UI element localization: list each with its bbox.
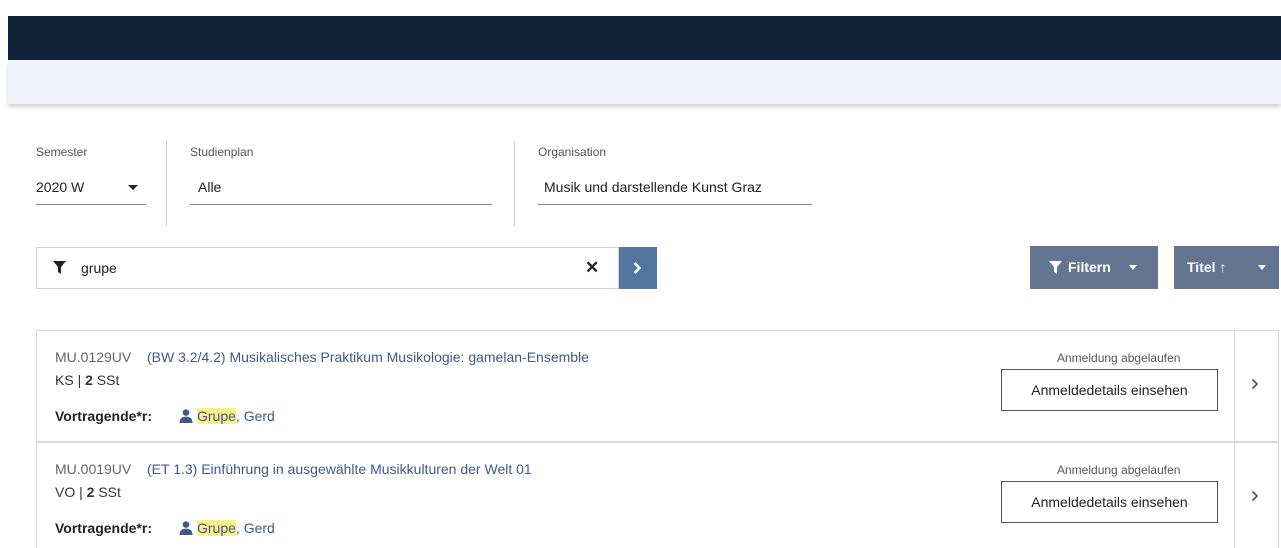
registration-details-button[interactable]: Anmeldedetails einsehen xyxy=(1001,369,1218,411)
organisation-underline xyxy=(538,204,812,205)
studienplan-label: Studienplan xyxy=(190,145,254,159)
course-meta: KS | 2 SSt xyxy=(55,372,120,388)
lecturer-link[interactable]: Grupe, Gerd xyxy=(197,408,275,424)
lecturer-name-rest: , Gerd xyxy=(235,408,275,424)
course-title-link[interactable]: (ET 1.3) Einführung in ausgewählte Musik… xyxy=(147,461,532,477)
registration-status: Anmeldung abgelaufen xyxy=(1057,463,1181,477)
registration-status: Anmeldung abgelaufen xyxy=(1057,351,1181,365)
search-query: grupe xyxy=(81,260,117,276)
lecturer-link[interactable]: Grupe, Gerd xyxy=(197,520,275,536)
semester-underline xyxy=(36,204,146,205)
course-code: MU.0129UV xyxy=(55,349,132,365)
search-input[interactable]: grupe ✕ xyxy=(36,247,619,289)
organisation-field[interactable]: Musik und darstellende Kunst Graz xyxy=(538,172,812,206)
close-icon[interactable]: ✕ xyxy=(585,258,599,278)
registration-details-button[interactable]: Anmeldedetails einsehen xyxy=(1001,481,1218,523)
filter-icon xyxy=(53,261,66,274)
caret-down-icon xyxy=(1258,265,1266,270)
course-type: KS xyxy=(55,372,74,388)
course-list-item: MU.0129UV (BW 3.2/4.2) Musikalisches Pra… xyxy=(36,330,1279,442)
lecturer-label: Vortragende*r: xyxy=(55,408,152,424)
filter-button-label: Filtern xyxy=(1068,259,1111,275)
person-icon xyxy=(179,521,193,535)
organisation-value: Musik und darstellende Kunst Graz xyxy=(544,179,762,195)
person-icon xyxy=(179,409,193,423)
studienplan-field[interactable]: Alle xyxy=(190,172,492,206)
search-submit-button[interactable] xyxy=(619,247,657,289)
chevron-right-icon xyxy=(1251,490,1259,502)
caret-down-icon xyxy=(1129,265,1137,270)
lecturer-label: Vortragende*r: xyxy=(55,520,152,536)
course-sst-value: 2 xyxy=(85,372,93,388)
lecturer-name-rest: , Gerd xyxy=(235,520,275,536)
chevron-right-icon xyxy=(633,262,642,274)
course-sst-value: 2 xyxy=(86,484,95,500)
top-navigation-bar xyxy=(8,16,1281,60)
filter-button[interactable]: Filtern xyxy=(1030,246,1158,289)
caret-down-icon xyxy=(128,185,138,190)
studienplan-value: Alle xyxy=(198,179,222,195)
course-meta: VO | 2 SSt xyxy=(55,484,121,500)
organisation-label: Organisation xyxy=(538,145,607,159)
course-list-item: MU.0019UV (ET 1.3) Einführung in ausgewä… xyxy=(36,442,1279,548)
open-course-button[interactable] xyxy=(1234,331,1279,441)
course-code: MU.0019UV xyxy=(55,461,132,477)
semester-value: 2020 W xyxy=(36,179,85,195)
sort-button[interactable]: Titel ↑ xyxy=(1174,246,1279,289)
semester-label: Semester xyxy=(36,145,88,159)
chevron-right-icon xyxy=(1251,378,1259,390)
open-course-button[interactable] xyxy=(1234,443,1279,548)
page: Semester 2020 W Studienplan Alle Organis… xyxy=(0,0,1281,548)
course-type: VO xyxy=(55,484,76,500)
search-highlight: Grupe xyxy=(197,408,236,424)
search-highlight: Grupe xyxy=(197,520,236,536)
filter-divider xyxy=(514,141,515,226)
course-title-link[interactable]: (BW 3.2/4.2) Musikalisches Praktikum Mus… xyxy=(147,349,589,365)
semester-select[interactable]: 2020 W xyxy=(36,172,146,206)
filter-divider xyxy=(166,141,167,226)
filter-icon xyxy=(1049,261,1062,274)
sub-navigation-bar xyxy=(8,60,1281,104)
studienplan-underline xyxy=(190,204,492,205)
course-sst-unit: SSt xyxy=(98,484,121,500)
sort-button-label: Titel ↑ xyxy=(1187,259,1227,275)
course-sst-unit: SSt xyxy=(96,372,120,388)
